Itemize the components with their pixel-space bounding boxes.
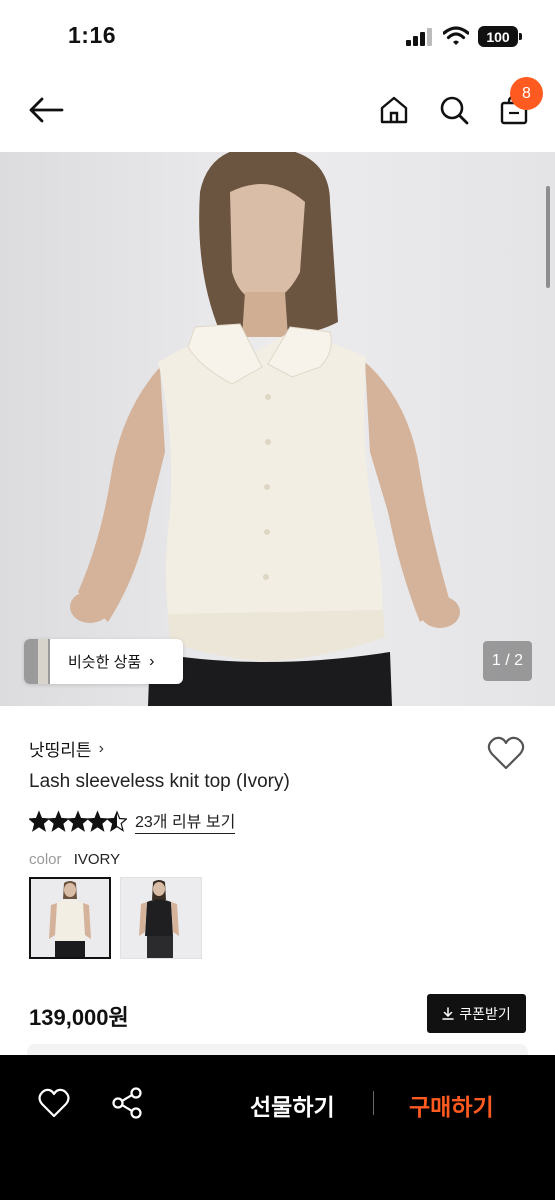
swatch-black-image [121,878,201,958]
color-swatch-ivory[interactable] [29,877,111,959]
bottom-wishlist-button[interactable] [37,1087,71,1121]
signal-icon [406,28,432,46]
download-icon [442,1007,454,1020]
product-title: Lash sleeveless knit top (Ivory) [29,771,290,792]
chevron-right-icon: › [149,652,155,670]
review-link[interactable]: 23개 리뷰 보기 [135,808,236,834]
status-bar: 1:16 100 [0,0,555,72]
heart-outline-icon [487,736,525,770]
battery-icon: 100 [478,26,522,47]
top-nav [0,72,555,152]
coupon-label: 쿠폰받기 [459,1005,511,1022]
battery-level: 100 [486,28,510,45]
bottom-action-bar: 선물하기 구매하기 [0,1055,555,1200]
image-page-counter: 1 / 2 [483,641,532,681]
brand-name: 낫띵리튼 [29,741,92,760]
product-price: 139,000원 [29,1005,129,1030]
cart-count-badge: 8 [510,77,543,110]
bottom-bar-divider [373,1091,374,1115]
swatch-ivory-image [31,879,109,957]
search-icon [440,96,469,125]
star-rating-icon [29,810,127,832]
color-swatch-black[interactable] [120,877,202,959]
color-label: color [29,851,62,868]
heart-icon [38,1088,70,1118]
search-button[interactable] [434,90,474,130]
back-button[interactable] [26,90,66,130]
wishlist-button[interactable] [486,735,526,771]
product-photo [0,152,555,706]
back-arrow-icon [29,97,64,123]
chevron-right-icon: › [98,739,104,757]
status-time: 1:16 [68,22,117,48]
home-icon [380,96,408,124]
share-button[interactable] [110,1087,144,1121]
gift-button[interactable]: 선물하기 [250,1088,335,1122]
home-button[interactable] [374,90,414,130]
wifi-icon [443,26,469,45]
coupon-button[interactable]: 쿠폰받기 [427,994,526,1033]
rating-row: 23개 리뷰 보기 [29,808,236,834]
buy-button[interactable]: 구매하기 [409,1088,494,1122]
similar-product-thumbnail [24,639,50,684]
similar-products-button[interactable]: 비슷한 상품 › [24,639,183,684]
similar-products-label: 비슷한 상품 [68,654,142,671]
color-row: color IVORY [29,851,120,868]
page-scrollbar[interactable] [546,186,550,288]
color-value: IVORY [73,851,121,868]
brand-link[interactable]: 낫띵리튼 › [29,736,104,761]
product-image[interactable] [0,152,555,706]
share-icon [112,1087,142,1119]
